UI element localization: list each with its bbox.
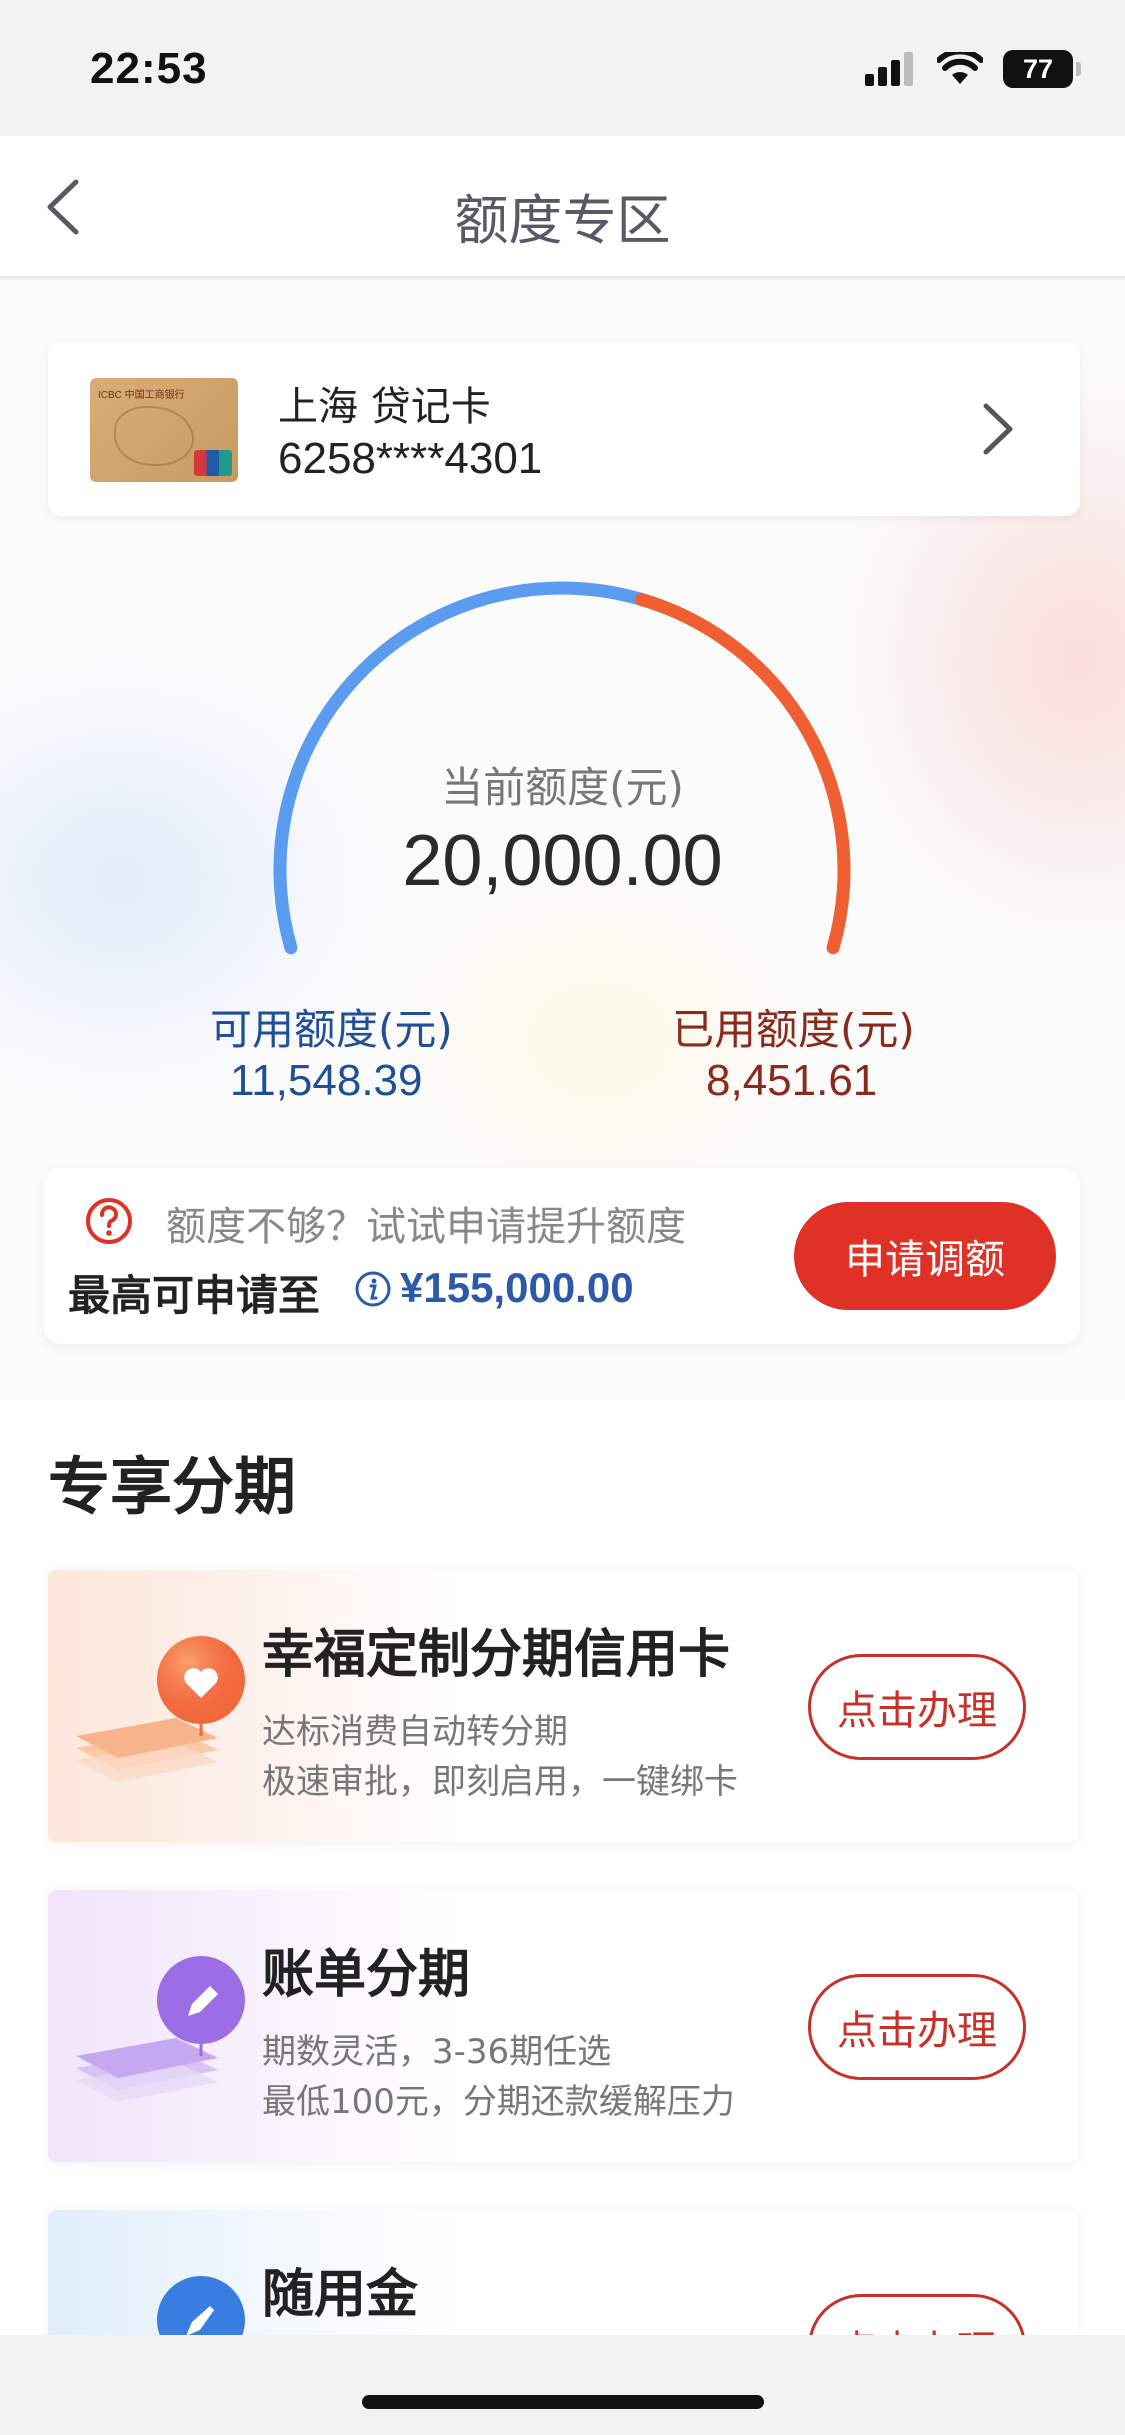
apply-now-button[interactable]: 点击办理 [808, 1974, 1026, 2080]
max-apply-label: 最高可申请至 [68, 1271, 321, 1320]
apply-now-button[interactable]: 点击办理 [808, 1654, 1026, 1760]
question-icon[interactable] [84, 1196, 134, 1246]
available-limit-label: 可用额度(元) [210, 1005, 453, 1054]
increase-hint: 额度不够？试试申请提升额度 [166, 1204, 686, 1250]
offer-title: 账单分期 [262, 1945, 471, 2005]
status-icons: 77 [865, 50, 1081, 88]
nav-bar: 额度专区 [0, 136, 1125, 278]
offer-desc: 期数灵活，3-36期任选 [262, 2032, 612, 2072]
offer-card[interactable]: 随用金 点击办理 [48, 2210, 1078, 2350]
heart-icon [76, 1636, 245, 1782]
info-icon[interactable] [354, 1270, 392, 1308]
used-limit-label: 已用额度(元) [672, 1005, 915, 1054]
installment-section: 专享分期 幸福定制分期信用卡 达标消费自动转分期 极速审批，即刻启用，一键绑卡 … [0, 1400, 1125, 2350]
offer-desc: 达标消费自动转分期 [262, 1712, 568, 1752]
offer-title: 幸福定制分期信用卡 [262, 1625, 731, 1685]
offer-card[interactable]: 幸福定制分期信用卡 达标消费自动转分期 极速审批，即刻启用，一键绑卡 点击办理 [48, 1570, 1078, 1842]
used-limit-value: 8,451.61 [706, 1056, 878, 1105]
limit-increase-panel: 额度不够？试试申请提升额度 最高可申请至 ¥155,000.00 申请调额 [44, 1168, 1080, 1344]
status-time: 22:53 [90, 44, 208, 93]
battery-icon: 77 [1003, 50, 1081, 88]
offer-card[interactable]: 账单分期 期数灵活，3-36期任选 最低100元，分期还款缓解压力 点击办理 [48, 1890, 1078, 2162]
current-limit-label: 当前额度(元) [441, 763, 684, 812]
wifi-icon [937, 52, 983, 84]
offer-title: 随用金 [262, 2265, 419, 2325]
page-title: 额度专区 [454, 189, 671, 252]
max-apply-value: ¥155,000.00 [400, 1264, 634, 1311]
available-limit-value: 11,548.39 [230, 1056, 423, 1105]
offer-desc: 最低100元，分期还款缓解压力 [262, 2082, 735, 2122]
section-title: 专享分期 [48, 1450, 297, 1523]
home-indicator[interactable] [362, 2395, 764, 2409]
apply-adjust-button[interactable]: 申请调额 [794, 1202, 1056, 1310]
home-indicator-area [0, 2335, 1125, 2435]
current-limit-value: 20,000.00 [402, 821, 723, 901]
credit-limit-hero: ICBC 中国工商银行 上海 贷记卡 6258****4301 当前额度(元) … [0, 280, 1125, 1400]
status-bar: 22:53 77 [0, 0, 1125, 136]
pencil-icon [76, 1956, 245, 2102]
signal-icon [865, 52, 913, 86]
offer-desc: 极速审批，即刻启用，一键绑卡 [262, 1762, 738, 1802]
